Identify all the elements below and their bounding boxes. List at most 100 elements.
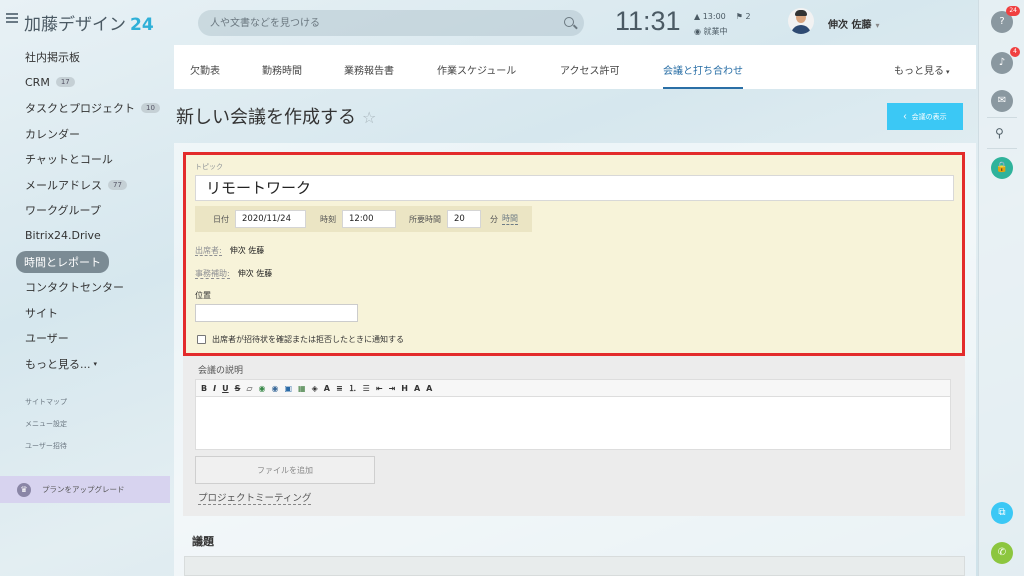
sidebar-item-tasks[interactable]: タスクとプロジェクト 10 (0, 95, 172, 121)
menu-icon[interactable] (6, 13, 18, 23)
assistant-label[interactable]: 事務補助: (195, 269, 230, 279)
location-label: 位置 (195, 291, 211, 300)
tab-absence[interactable]: 欠勤表 (190, 62, 220, 77)
sidebar-item-more[interactable]: もっと見る... ▾ (0, 351, 172, 377)
date-field[interactable]: 2020/11/24 (235, 210, 306, 228)
strike-button[interactable]: S (235, 384, 241, 393)
italic-button[interactable]: I (213, 384, 216, 393)
video-icon[interactable]: ▦ (298, 384, 306, 393)
tab-schedule[interactable]: 作業スケジュール (437, 62, 516, 77)
sidebar-item-news[interactable]: 社内掲示板 (0, 44, 172, 70)
description-label: 会議の説明 (198, 366, 244, 376)
menu-settings-link[interactable]: メニュー設定 (0, 413, 172, 435)
lock-icon[interactable]: 🔒 (991, 157, 1013, 179)
work-status: ◉ 就業中 (694, 27, 728, 36)
heading-icon[interactable]: H (401, 384, 408, 393)
upgrade-plan-button[interactable]: ♛ プランをアップグレード (0, 476, 170, 503)
company-name: 加藤デザイン (24, 15, 126, 35)
time-field[interactable]: 12:00 (342, 210, 396, 228)
editor-toolbar: B I U S ▱ ◉ ◉ ▣ ▦ ◈ A ≡ ⒈ ☰ ⇤ ⇥ H A A (195, 379, 951, 397)
copy-icon[interactable]: ⧉ (991, 502, 1013, 524)
chevron-left-icon: ‹ (903, 111, 907, 122)
clock[interactable]: 11:31 (615, 6, 681, 37)
chevron-down-icon: ▾ (875, 21, 880, 30)
assistant-value[interactable]: 伸次 佐藤 (238, 269, 273, 278)
notify-option[interactable]: 出席者が招待状を確認または拒否したときに通知する (197, 334, 404, 345)
sidebar-item-crm[interactable]: CRM 17 (0, 70, 172, 96)
notify-checkbox[interactable] (197, 335, 206, 344)
top-header: 加藤デザイン24 11:31 ▲ 13:00 ⚑ 2 ◉ 就業中 伸次 佐藤▾ (0, 0, 978, 44)
star-icon[interactable]: ☆ (362, 108, 376, 127)
sitemap-link[interactable]: サイトマップ (0, 391, 172, 413)
sidebar-item-mail[interactable]: メールアドレス 77 (0, 172, 172, 198)
sidebar-item-workgroups[interactable]: ワークグループ (0, 198, 172, 224)
user-menu[interactable]: 伸次 佐藤 ▾ (828, 16, 880, 31)
align-icon[interactable]: ≡ (336, 384, 343, 393)
top-tabs: 欠勤表 勤務時間 業務報告書 作業スケジュール アクセス許可 会議と打ち合わせ … (174, 45, 976, 89)
ordered-list-icon[interactable]: ⒈ (349, 383, 357, 394)
sidebar-item-calendar[interactable]: カレンダー (0, 121, 172, 147)
date-label: 日付 (213, 214, 229, 224)
link-icon[interactable]: ◉ (259, 384, 266, 393)
duration-field[interactable]: 20 (447, 210, 481, 228)
logo-number: 24 (130, 15, 154, 35)
description-editor[interactable] (195, 397, 951, 450)
agenda-area[interactable] (184, 556, 965, 576)
sidebar-item-users[interactable]: ユーザー (0, 326, 172, 352)
font-size-icon[interactable]: A (414, 384, 420, 393)
outdent-icon[interactable]: ⇤ (376, 384, 383, 393)
chat-icon[interactable]: ✉ (991, 90, 1013, 112)
underline-button[interactable]: U (222, 384, 229, 393)
help-icon[interactable]: ? 24 (991, 6, 1020, 33)
left-sidebar: 社内掲示板 CRM 17 タスクとプロジェクト 10 カレンダー チャットとコール … (0, 44, 172, 457)
topic-field[interactable]: リモートワーク (195, 175, 954, 201)
attendees-row: 出席者: 伸次 佐藤 (195, 245, 264, 256)
search-input[interactable] (198, 10, 538, 36)
unordered-list-icon[interactable]: ☰ (363, 384, 370, 393)
tab-permissions[interactable]: アクセス許可 (560, 62, 620, 77)
agenda-heading: 議題 (192, 535, 214, 548)
eraser-icon[interactable]: ▱ (246, 384, 252, 393)
unlink-icon[interactable]: ◉ (272, 384, 279, 393)
topic-label: トピック (195, 163, 223, 171)
workday-info[interactable]: ▲ 13:00 ⚑ 2 ◉ 就業中 (694, 9, 761, 39)
add-file-button[interactable]: ファイルを追加 (195, 456, 375, 484)
count-badge: 77 (108, 179, 127, 190)
company-logo[interactable]: 加藤デザイン 24 (24, 10, 154, 35)
duration-unit: 分 (490, 214, 498, 224)
page-title: 新しい会議を作成する ☆ (176, 107, 377, 128)
bell-icon[interactable]: ♪ 4 (991, 47, 1020, 74)
sidebar-item-chat[interactable]: チャットとコール (0, 146, 172, 172)
sidebar-item-time-reports[interactable]: 時間とレポート (0, 249, 172, 275)
invite-users-link[interactable]: ユーザー招待 (0, 435, 172, 457)
search-box[interactable] (198, 10, 584, 36)
tab-meetings[interactable]: 会議と打ち合わせ (663, 62, 743, 89)
quote-icon[interactable]: ◈ (312, 384, 318, 393)
count-badge: 10 (141, 102, 160, 113)
color-icon[interactable]: A (324, 384, 330, 393)
sidebar-item-drive[interactable]: Bitrix24.Drive (0, 223, 172, 249)
location-field[interactable] (195, 304, 358, 322)
sidebar-item-contact-center[interactable]: コンタクトセンター (0, 274, 172, 300)
search-icon[interactable] (564, 17, 574, 27)
phone-icon[interactable]: ✆ (991, 542, 1013, 564)
sidebar-item-sites[interactable]: サイト (0, 300, 172, 326)
crown-icon: ♛ (17, 482, 31, 497)
search-icon[interactable]: ⚲ (995, 126, 1004, 140)
view-meetings-button[interactable]: ‹ 会議の表示 (887, 103, 963, 130)
font-family-icon[interactable]: A (426, 384, 432, 393)
tab-work-time[interactable]: 勤務時間 (262, 62, 302, 77)
image-icon[interactable]: ▣ (284, 384, 292, 393)
indent-icon[interactable]: ⇥ (389, 384, 396, 393)
avatar[interactable] (788, 8, 814, 34)
project-link[interactable]: プロジェクトミーティング (198, 490, 312, 505)
tab-work-reports[interactable]: 業務報告書 (344, 62, 394, 77)
assistant-row: 事務補助: 伸次 佐藤 (195, 268, 272, 279)
bold-button[interactable]: B (201, 384, 207, 393)
datetime-row: 日付 2020/11/24 時刻 12:00 所要時間 20 分 時間 (195, 206, 532, 232)
alarm-time: ▲ 13:00 (694, 12, 726, 21)
tab-more[interactable]: もっと見る ▾ (894, 62, 950, 77)
attendees-label[interactable]: 出席者: (195, 246, 222, 256)
attendees-value[interactable]: 伸次 佐藤 (230, 246, 265, 255)
duration-unit-toggle[interactable]: 時間 (502, 213, 518, 225)
